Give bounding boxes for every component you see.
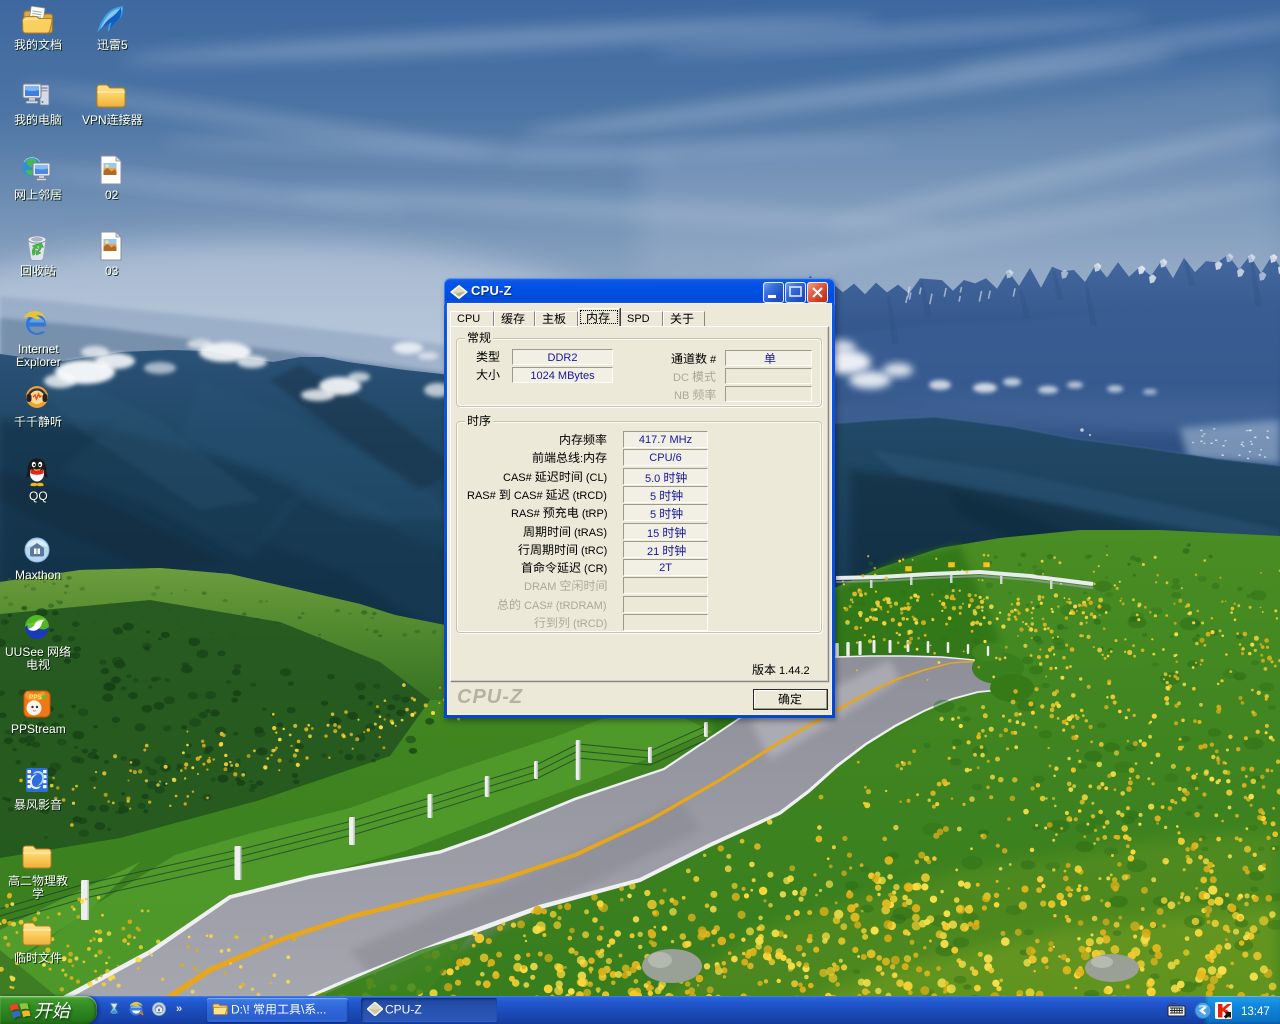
svg-text:5: 5	[650, 491, 659, 503]
svg-text:15: 15	[647, 528, 662, 540]
svg-text:#: #	[707, 354, 717, 366]
svg-text:PPS: PPS	[29, 694, 43, 701]
svg-text:RAS#: RAS#	[467, 490, 499, 502]
svg-text:CAS#: CAS#	[511, 490, 546, 502]
svg-text:Maxthon: Maxthon	[15, 568, 61, 582]
svg-text:CAS# (tRDRAM): CAS# (tRDRAM)	[521, 600, 607, 612]
svg-text:PPStream: PPStream	[11, 722, 66, 736]
svg-text:(tRP): (tRP)	[578, 508, 607, 520]
svg-text:CAS#: CAS#	[503, 472, 535, 484]
svg-text:UUSee: UUSee	[5, 645, 47, 659]
svg-text:03: 03	[105, 264, 119, 278]
svg-text:D:\!: D:\!	[231, 1002, 253, 1016]
svg-text:CPU-Z: CPU-Z	[385, 1002, 422, 1016]
svg-text:(tRCD): (tRCD)	[570, 618, 607, 630]
svg-text:...: ...	[316, 1002, 326, 1016]
svg-text:DC: DC	[673, 372, 692, 384]
svg-text:Internet: Internet	[18, 342, 59, 356]
svg-text:(tRCD): (tRCD)	[570, 490, 607, 502]
svg-text:DRAM: DRAM	[524, 581, 559, 593]
svg-text:\: \	[301, 1002, 305, 1016]
svg-text:(CR): (CR)	[581, 563, 607, 575]
svg-text:VPN: VPN	[82, 113, 107, 127]
svg-text::: :	[580, 453, 583, 465]
svg-text:RAS#: RAS#	[511, 508, 543, 520]
svg-text:QQ: QQ	[29, 489, 48, 503]
svg-text:1.44.2: 1.44.2	[776, 665, 810, 677]
svg-text:5: 5	[121, 38, 128, 52]
svg-text:5.0: 5.0	[645, 473, 663, 485]
svg-text:(tRAS): (tRAS)	[571, 527, 607, 539]
svg-text:»: »	[176, 1003, 182, 1015]
svg-text:5: 5	[650, 509, 659, 521]
svg-text:13:47: 13:47	[1241, 1006, 1270, 1018]
svg-text:21: 21	[647, 546, 662, 558]
svg-text:(CL): (CL)	[583, 472, 607, 484]
svg-text:(tRC): (tRC)	[578, 545, 607, 557]
svg-text:Explorer: Explorer	[16, 355, 61, 369]
svg-text:NB: NB	[674, 390, 692, 402]
svg-text:02: 02	[105, 188, 119, 202]
